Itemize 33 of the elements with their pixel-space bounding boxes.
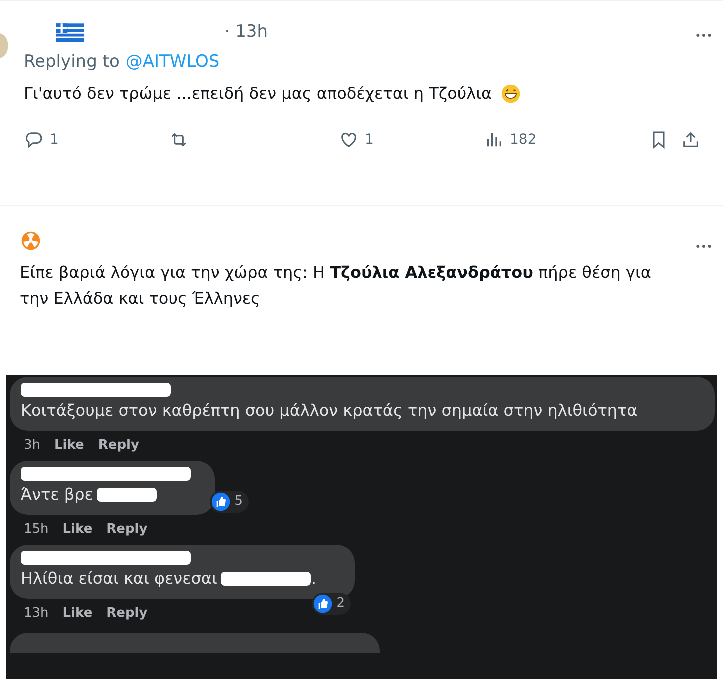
like-link[interactable]: Like <box>54 436 84 456</box>
action-count: 182 <box>510 130 537 150</box>
thumbs-up-icon <box>210 492 231 512</box>
thumbs-up-icon <box>312 594 333 614</box>
action-count: 1 <box>50 130 59 150</box>
comment-text: . <box>311 568 316 590</box>
like-link[interactable]: Like <box>62 520 93 540</box>
comment-time: 3h <box>24 437 41 456</box>
comment-text: Ηλίθια είσαι και φενεσαι <box>21 568 218 590</box>
post-text: Γι'αυτό δεν τρώμε ...επειδή δεν μας αποδέχεται η Τζούλια <box>24 82 492 104</box>
radioactive-emoji-icon <box>20 230 42 252</box>
reply-link[interactable]: Reply <box>106 520 148 540</box>
repost-icon <box>169 130 189 150</box>
replying-to-label: Replying to <box>24 51 120 74</box>
comment-time: 13h <box>24 605 49 624</box>
reply-link[interactable]: Reply <box>106 604 148 624</box>
redaction-mark <box>97 488 158 502</box>
post-time: · 13h <box>224 21 268 44</box>
more-icon <box>695 244 713 249</box>
grinning-emoji-icon <box>500 82 522 104</box>
comment-text: Άντε βρε <box>21 484 94 506</box>
comment-text: Κοιτάξουμε στον καθρέπτη σου μάλλον κρατάς την σημαία στην ηλιθιότητα <box>21 400 638 422</box>
share-icon <box>681 130 701 150</box>
comment-icon <box>24 130 44 150</box>
more-icon <box>695 33 713 38</box>
reaction-count: 5 <box>234 493 243 512</box>
post-text: Είπε βαριά λόγια για την χώρα της: Η Τζούλια Αλεξανδράτου πήρε θέση για την Ελλάδα και τους Έλληνες <box>20 262 652 310</box>
reply-link[interactable]: Reply <box>98 436 140 456</box>
action-count: 1 <box>365 130 374 150</box>
reaction-count: 2 <box>336 595 345 614</box>
heart-icon <box>339 130 359 150</box>
comment-time: 15h <box>24 521 49 540</box>
like-link[interactable]: Like <box>62 604 93 624</box>
